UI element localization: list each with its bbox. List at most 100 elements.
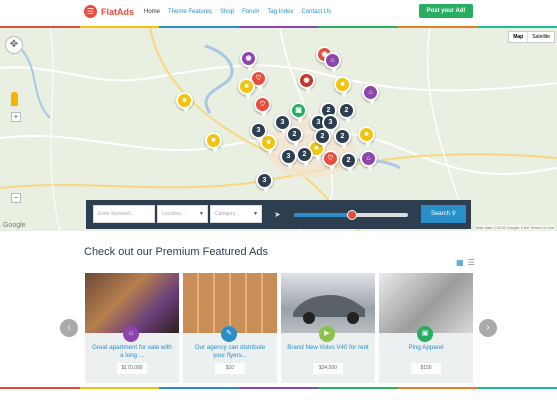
nav-link-shop[interactable]: Shop xyxy=(220,9,234,15)
map-marker[interactable]: ⌂ xyxy=(362,84,379,105)
view-toggle: ▦ ☰ xyxy=(456,258,475,267)
home-icon: ⌂ xyxy=(368,89,373,96)
chevron-down-icon: ▼ xyxy=(199,211,204,217)
search-icon: ⚲ xyxy=(451,211,457,217)
brand-logo[interactable]: ☰ FlatAds xyxy=(84,5,134,18)
car-silhouette xyxy=(293,295,365,324)
color-stripe xyxy=(0,387,557,389)
pan-control-icon[interactable]: ✥ xyxy=(5,36,23,54)
radius-slider[interactable] xyxy=(294,210,408,220)
ad-price: $34,000 xyxy=(313,363,343,374)
map-marker[interactable]: 3 xyxy=(256,172,273,193)
map-type-map[interactable]: Map xyxy=(509,32,529,42)
zoom-out-button[interactable]: − xyxy=(11,193,21,203)
featured-ad-card[interactable]: ▣ Ping Apparel $150 xyxy=(379,273,473,383)
featured-ad-card[interactable]: ⌂ Great apartment for sale with a long .… xyxy=(85,273,179,383)
heart-icon: ♡ xyxy=(259,101,266,108)
map-marker[interactable]: ⌂ xyxy=(324,52,341,73)
nav-link-tag-index[interactable]: Tag Index xyxy=(267,9,293,15)
featured-heading: Check out our Premium Featured Ads xyxy=(84,246,269,258)
nav-link-home[interactable]: Home xyxy=(144,9,160,15)
stripe-segment xyxy=(318,387,398,389)
category-select[interactable]: Category... ▼ xyxy=(210,205,262,223)
living-room-photo xyxy=(85,273,179,333)
briefcase-icon: ■ xyxy=(340,81,345,88)
featured-ad-card[interactable]: ✎ Our agency can distribute your flyers.… xyxy=(183,273,277,383)
chevron-down-icon: ▼ xyxy=(253,211,258,217)
stripe-segment xyxy=(238,387,319,389)
briefcase-icon: ■ xyxy=(182,97,187,104)
cart-icon: ▣ xyxy=(417,326,433,342)
github-icon: ◉ xyxy=(245,55,252,62)
mailboxes-photo xyxy=(183,273,277,333)
stripe-segment xyxy=(159,387,239,389)
map-marker[interactable]: ◉ xyxy=(240,50,257,71)
zoom-in-button[interactable]: + xyxy=(11,112,21,122)
map-marker[interactable]: 2 xyxy=(314,128,331,149)
briefcase-icon: ■ xyxy=(314,145,319,152)
map-marker[interactable]: ■ xyxy=(334,76,351,97)
carousel-prev-button[interactable]: ‹ xyxy=(60,319,78,337)
map-marker[interactable]: ▣ xyxy=(290,102,307,123)
map-marker[interactable]: ♡ xyxy=(322,150,339,171)
map-type-satellite[interactable]: Satellite xyxy=(528,32,554,42)
keyword-input[interactable]: Enter keyword... xyxy=(93,205,155,223)
map-marker[interactable]: 2 xyxy=(296,146,313,167)
car-photo xyxy=(281,273,375,333)
home-icon: ⌂ xyxy=(366,155,371,162)
briefcase-icon: ■ xyxy=(266,139,271,146)
chevron-right-icon: › xyxy=(486,322,490,333)
ad-title[interactable]: Brand New Volvo V40 for rent xyxy=(287,344,369,352)
stripe-segment xyxy=(79,387,160,389)
map-marker[interactable]: 3 xyxy=(250,122,267,143)
grid-view-icon[interactable]: ▦ xyxy=(456,258,464,267)
home-icon: ⌂ xyxy=(330,57,335,64)
map-marker[interactable]: 2 xyxy=(334,128,351,149)
nav-link-theme-features[interactable]: Theme Features xyxy=(168,9,212,15)
radius-slider-fill xyxy=(294,213,353,217)
nav-link-forum[interactable]: Forum xyxy=(242,9,259,15)
ad-title[interactable]: Great apartment for sale with a long ... xyxy=(91,344,173,360)
post-ad-button[interactable]: Post your Ad! xyxy=(419,4,473,18)
map-marker[interactable]: 2 xyxy=(340,152,357,173)
map-marker[interactable]: 2 xyxy=(286,126,303,147)
briefcase-icon: ■ xyxy=(364,131,369,138)
location-placeholder: Location... xyxy=(162,211,186,217)
golf-club-photo xyxy=(379,273,473,333)
chevron-left-icon: ‹ xyxy=(67,322,71,333)
stripe-segment xyxy=(397,387,478,389)
map-marker[interactable]: ■ xyxy=(176,92,193,113)
map-marker[interactable]: ◉ xyxy=(298,72,315,93)
carousel-next-button[interactable]: › xyxy=(479,319,497,337)
brand-name: FlatAds xyxy=(101,6,135,17)
map-marker[interactable]: ■ xyxy=(238,78,255,99)
category-placeholder: Category... xyxy=(215,211,240,217)
cart-icon: ▣ xyxy=(295,107,302,114)
ad-title[interactable]: Ping Apparel xyxy=(385,344,467,352)
top-navigation: ☰ FlatAds Home Theme Features Shop Forum… xyxy=(0,0,557,27)
map-marker[interactable]: 2 xyxy=(338,102,355,123)
ad-title[interactable]: Our agency can distribute your flyers... xyxy=(189,344,271,360)
nav-link-contact-us[interactable]: Contact Us xyxy=(301,9,331,15)
street-view-pegman-icon[interactable] xyxy=(11,92,18,106)
featured-ad-card[interactable]: ▶ Brand New Volvo V40 for rent $34,000 xyxy=(281,273,375,383)
home-icon: ⌂ xyxy=(123,326,139,342)
list-view-icon[interactable]: ☰ xyxy=(468,258,475,267)
ad-price: $170,000 xyxy=(117,363,147,374)
search-button[interactable]: Search ⚲ xyxy=(421,205,466,223)
locate-arrow-icon[interactable]: ➤ xyxy=(274,210,281,219)
github-icon: ◉ xyxy=(303,77,310,84)
heart-icon: ♡ xyxy=(327,155,334,162)
menu-list-icon: ☰ xyxy=(84,5,97,18)
stripe-segment xyxy=(0,387,80,389)
stripe-segment xyxy=(477,387,557,389)
map-marker[interactable]: ■ xyxy=(205,132,222,153)
map-marker[interactable]: 3 xyxy=(280,148,297,169)
map-marker[interactable]: ⌂ xyxy=(360,150,377,171)
map-marker[interactable]: ■ xyxy=(358,126,375,147)
pen-icon: ✎ xyxy=(221,326,237,342)
location-select[interactable]: Location... ▼ xyxy=(157,205,208,223)
car-icon: ▶ xyxy=(319,326,335,342)
search-label: Search xyxy=(430,211,450,217)
map-marker[interactable]: ♡ xyxy=(254,96,271,117)
